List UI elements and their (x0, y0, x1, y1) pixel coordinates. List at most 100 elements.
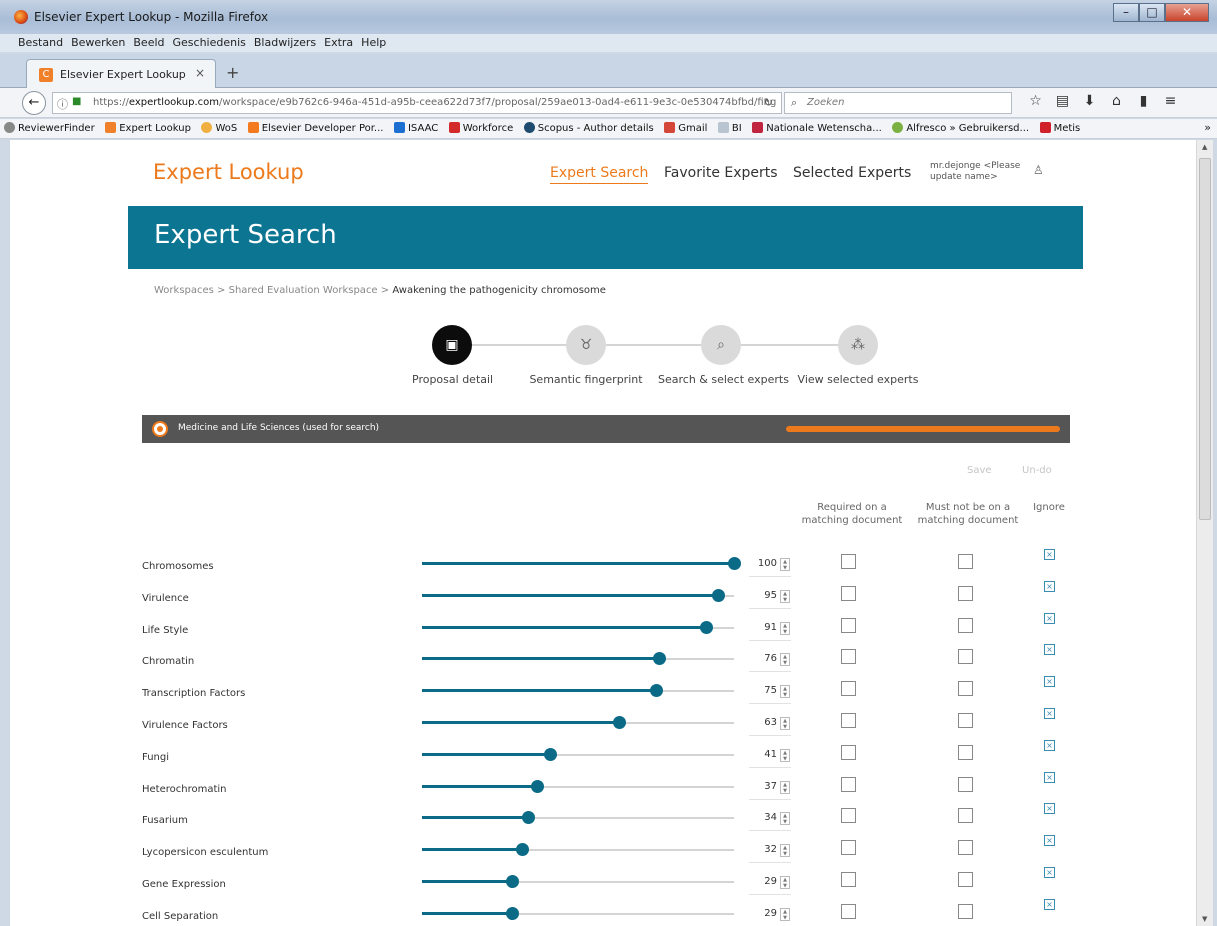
weight-input[interactable]: 41 ▲ ▼ (749, 744, 791, 768)
downloads-icon[interactable]: ⬇ (1076, 93, 1103, 109)
term-weight-slider[interactable] (422, 552, 741, 584)
scroll-up-icon[interactable]: ▲ (1202, 143, 1207, 151)
menu-extra[interactable]: Extra (324, 34, 353, 52)
nav-expert-search[interactable]: Expert Search (550, 165, 649, 184)
user-icon[interactable]: ♙ (1033, 163, 1044, 177)
required-checkbox[interactable] (841, 713, 856, 728)
minimize-button[interactable]: – (1113, 3, 1139, 22)
slider-handle[interactable] (531, 779, 544, 793)
term-weight-slider[interactable] (422, 806, 734, 838)
slider-handle[interactable] (522, 811, 535, 825)
step-label-search[interactable]: Search & select experts (658, 373, 789, 386)
bookmark-bi[interactable]: BI (717, 119, 742, 138)
breadcrumb-links[interactable]: Workspaces > Shared Evaluation Workspace… (154, 285, 392, 296)
bookmark-isaac[interactable]: ISAAC (393, 119, 438, 138)
menu-bestand[interactable]: Bestand (18, 34, 63, 52)
spinner-arrows-icon[interactable]: ▲ ▼ (780, 907, 790, 921)
ignore-checkbox[interactable]: × (1044, 867, 1055, 878)
info-icon[interactable]: ⓘ (57, 96, 68, 112)
bookmark-metis[interactable]: Metis (1039, 119, 1080, 138)
scroll-down-icon[interactable]: ▼ (1202, 915, 1207, 923)
weight-input[interactable]: 75 ▲ ▼ (749, 680, 791, 705)
extension-icon[interactable]: ▮ (1130, 93, 1157, 109)
spinner-arrows-icon[interactable]: ▲ ▼ (780, 876, 790, 889)
slider-handle[interactable] (516, 843, 529, 857)
must-not-checkbox[interactable] (958, 713, 973, 728)
home-icon[interactable]: ⌂ (1103, 93, 1130, 109)
spinner-arrows-icon[interactable]: ▲ ▼ (780, 748, 790, 762)
menu-geschiedenis[interactable]: Geschiedenis (173, 34, 246, 52)
slider-handle[interactable] (613, 716, 626, 729)
step-label-proposal[interactable]: Proposal detail (412, 373, 493, 386)
bookmark-gmail[interactable]: Gmail (664, 119, 707, 138)
spinner-arrows-icon[interactable]: ▲ ▼ (780, 685, 790, 699)
slider-handle[interactable] (506, 875, 519, 888)
weight-input[interactable]: 32 ▲ ▼ (749, 839, 791, 864)
term-weight-slider[interactable] (422, 584, 734, 616)
term-weight-slider[interactable] (422, 647, 734, 679)
must-not-checkbox[interactable] (958, 585, 973, 601)
nav-favorite-experts[interactable]: Favorite Experts (664, 165, 778, 181)
slider-handle[interactable] (700, 620, 713, 634)
bookmark-wos[interactable]: WoS (201, 119, 237, 138)
bookmark-reviewerfinder[interactable]: ReviewerFinder (4, 119, 95, 138)
vertical-scrollbar[interactable]: ▲ ▼ (1196, 140, 1213, 926)
reading-list-icon[interactable]: ▤ (1049, 93, 1076, 109)
undo-button[interactable]: Un-do (1022, 465, 1052, 476)
term-weight-slider[interactable] (422, 679, 734, 711)
required-checkbox[interactable] (841, 585, 856, 601)
nav-selected-experts[interactable]: Selected Experts (793, 165, 911, 181)
spinner-arrows-icon[interactable]: ▲ ▼ (780, 717, 790, 730)
ignore-checkbox[interactable]: × (1044, 580, 1055, 592)
close-window-button[interactable]: ✕ (1165, 3, 1209, 22)
bookmark-elsevier-developer[interactable]: Elsevier Developer Por... (247, 119, 383, 138)
weight-input[interactable]: 63 ▲ ▼ (749, 712, 791, 736)
required-checkbox[interactable] (841, 872, 856, 887)
spinner-arrows-icon[interactable]: ▲ ▼ (780, 812, 790, 826)
weight-input[interactable]: 100 ▲ ▼ (749, 553, 791, 577)
required-checkbox[interactable] (841, 840, 856, 856)
spinner-arrows-icon[interactable]: ▲ ▼ (780, 780, 790, 794)
spinner-arrows-icon[interactable]: ▲ ▼ (780, 653, 790, 667)
weight-input[interactable]: 95 ▲ ▼ (749, 585, 791, 609)
ignore-checkbox[interactable]: × (1044, 803, 1055, 815)
back-button[interactable]: ← (22, 91, 46, 115)
menu-help[interactable]: Help (361, 34, 386, 52)
save-button[interactable]: Save (967, 465, 992, 476)
required-checkbox[interactable] (841, 681, 856, 697)
must-not-checkbox[interactable] (958, 681, 973, 697)
step-label-view[interactable]: View selected experts (796, 373, 920, 386)
term-weight-slider[interactable] (422, 743, 734, 775)
must-not-checkbox[interactable] (958, 808, 973, 824)
must-not-checkbox[interactable] (958, 744, 973, 760)
required-checkbox[interactable] (841, 744, 856, 760)
maximize-button[interactable]: □ (1139, 3, 1165, 22)
ignore-checkbox[interactable]: × (1044, 835, 1055, 847)
required-checkbox[interactable] (841, 776, 856, 792)
spinner-arrows-icon[interactable]: ▲ ▼ (780, 558, 790, 571)
ignore-checkbox[interactable]: × (1044, 612, 1055, 624)
must-not-checkbox[interactable] (958, 872, 973, 887)
step-search-select[interactable]: ⌕ (701, 325, 741, 365)
hamburger-menu-icon[interactable]: ≡ (1157, 93, 1184, 109)
slider-handle[interactable] (712, 588, 725, 602)
slider-handle[interactable] (506, 906, 519, 920)
bookmarks-overflow-icon[interactable]: » (1204, 121, 1211, 134)
required-checkbox[interactable] (841, 617, 856, 633)
step-proposal-detail[interactable]: ▣ (432, 325, 472, 365)
term-weight-slider[interactable] (422, 775, 734, 807)
new-tab-icon[interactable]: + (226, 63, 239, 82)
weight-input[interactable]: 29 ▲ ▼ (749, 871, 791, 895)
scrollbar-thumb[interactable] (1199, 158, 1211, 520)
weight-input[interactable]: 76 ▲ ▼ (749, 648, 791, 673)
must-not-checkbox[interactable] (958, 903, 973, 919)
term-weight-slider[interactable] (422, 870, 734, 902)
spinner-arrows-icon[interactable]: ▲ ▼ (780, 589, 790, 603)
slider-handle[interactable] (728, 557, 741, 570)
ignore-checkbox[interactable]: × (1044, 549, 1055, 560)
bookmark-scopus[interactable]: Scopus - Author details (523, 119, 654, 138)
spinner-arrows-icon[interactable]: ▲ ▼ (780, 844, 790, 858)
search-input[interactable]: ⌕ Zoeken (784, 92, 1012, 114)
tab-close-icon[interactable]: × (195, 66, 205, 80)
menu-bewerken[interactable]: Bewerken (71, 34, 125, 52)
